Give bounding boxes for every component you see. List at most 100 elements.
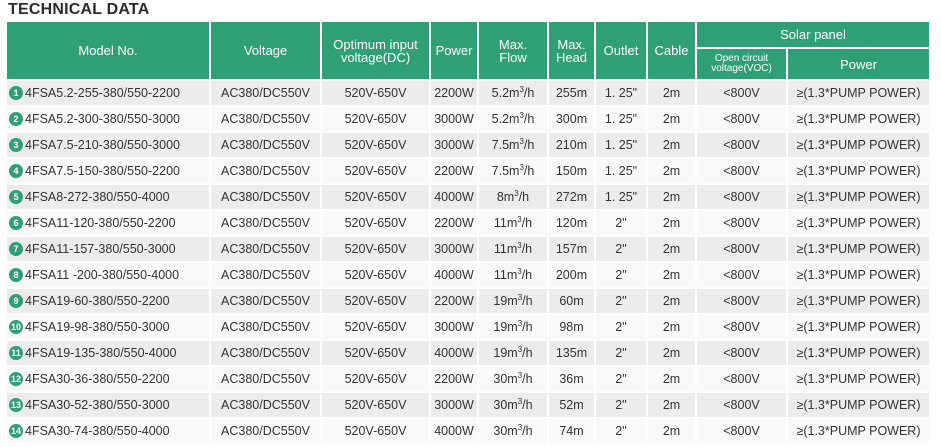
table-row: 12 4FSA30-36-380/550-2200 AC380/DC550V 520V…: [7, 367, 929, 391]
cell-max-flow: 19m3/h: [479, 289, 547, 313]
model-text: 4FSA11-120-380/550-2200: [25, 215, 176, 230]
cell-optimum-input: 520V-650V: [322, 211, 429, 235]
cell-max-flow: 11m3/h: [479, 237, 547, 261]
cell-model: 6 4FSA11-120-380/550-2200: [7, 211, 209, 235]
cell-max-head: 36m: [549, 367, 594, 391]
cell-panel-power: ≥(1.3*PUMP POWER): [788, 393, 929, 417]
row-number-badge: 13: [9, 398, 23, 413]
cell-max-head: 200m: [549, 263, 594, 287]
cell-panel-power: ≥(1.3*PUMP POWER): [788, 81, 929, 105]
cell-cable: 2m: [648, 237, 695, 261]
table-row: 2 4FSA5.2-300-380/550-3000 AC380/DC550V 520…: [7, 107, 929, 131]
cell-voltage: AC380/DC550V: [211, 289, 320, 313]
table-row: 7 4FSA11-157-380/550-3000 AC380/DC550V 520V…: [7, 237, 929, 261]
cell-max-head: 120m: [549, 211, 594, 235]
header-model: Model No.: [7, 22, 209, 79]
cell-power: 3000W: [431, 133, 477, 157]
cell-panel-power: ≥(1.3*PUMP POWER): [788, 263, 929, 287]
cell-open-circuit-voltage: <800V: [697, 185, 786, 209]
cell-outlet: 2": [596, 315, 646, 339]
cell-power: 2200W: [431, 289, 477, 313]
cell-max-flow: 30m3/h: [479, 419, 547, 443]
model-text: 4FSA8-272-380/550-4000: [25, 189, 170, 204]
cell-model: 12 4FSA30-36-380/550-2200: [7, 367, 209, 391]
cell-voltage: AC380/DC550V: [211, 367, 320, 391]
model-text: 4FSA11 -200-380/550-4000: [25, 267, 180, 282]
model-text: 4FSA30-36-380/550-2200: [25, 371, 170, 386]
cell-panel-power: ≥(1.3*PUMP POWER): [788, 315, 929, 339]
header-outlet: Outlet: [596, 22, 646, 79]
cell-cable: 2m: [648, 419, 695, 443]
cell-max-flow: 19m3/h: [479, 341, 547, 365]
cell-open-circuit-voltage: <800V: [697, 393, 786, 417]
cell-outlet: 2": [596, 393, 646, 417]
cell-open-circuit-voltage: <800V: [697, 367, 786, 391]
cell-max-head: 255m: [549, 81, 594, 105]
cell-voltage: AC380/DC550V: [211, 315, 320, 339]
cell-max-flow: 5.2m3/h: [479, 107, 547, 131]
cell-voltage: AC380/DC550V: [211, 81, 320, 105]
cell-open-circuit-voltage: <800V: [697, 81, 786, 105]
row-number-badge: 7: [9, 242, 23, 257]
cell-max-head: 135m: [549, 341, 594, 365]
cell-voltage: AC380/DC550V: [211, 237, 320, 261]
model-text: 4FSA19-98-380/550-3000: [25, 319, 170, 334]
model-text: 4FSA30-52-380/550-3000: [25, 397, 170, 412]
cell-max-head: 157m: [549, 237, 594, 261]
cell-optimum-input: 520V-650V: [322, 341, 429, 365]
model-text: 4FSA7.5-210-380/550-3000: [25, 137, 180, 152]
row-number-badge: 1: [9, 86, 23, 101]
cell-outlet: 2": [596, 341, 646, 365]
cell-power: 4000W: [431, 263, 477, 287]
cell-open-circuit-voltage: <800V: [697, 159, 786, 183]
row-number-badge: 5: [9, 190, 23, 205]
model-text: 4FSA11-157-380/550-3000: [25, 241, 176, 256]
cell-max-head: 272m: [549, 185, 594, 209]
table-row: 3 4FSA7.5-210-380/550-3000 AC380/DC550V 520…: [7, 133, 929, 157]
header-cable: Cable: [648, 22, 695, 79]
header-voltage: Voltage: [211, 22, 320, 79]
cell-optimum-input: 520V-650V: [322, 263, 429, 287]
row-number-badge: 2: [9, 112, 23, 127]
cell-cable: 2m: [648, 159, 695, 183]
cell-optimum-input: 520V-650V: [322, 107, 429, 131]
table-row: 8 4FSA11 -200-380/550-4000 AC380/DC550V 520…: [7, 263, 929, 287]
cell-power: 4000W: [431, 185, 477, 209]
cell-cable: 2m: [648, 107, 695, 131]
cell-outlet: 1. 25": [596, 107, 646, 131]
cell-open-circuit-voltage: <800V: [697, 289, 786, 313]
cell-cable: 2m: [648, 81, 695, 105]
cell-open-circuit-voltage: <800V: [697, 315, 786, 339]
technical-data-table: Model No. Voltage Optimum input voltage(D…: [5, 20, 931, 445]
cell-cable: 2m: [648, 341, 695, 365]
row-number-badge: 8: [9, 268, 23, 283]
cell-open-circuit-voltage: <800V: [697, 133, 786, 157]
cell-cable: 2m: [648, 185, 695, 209]
cell-voltage: AC380/DC550V: [211, 107, 320, 131]
cell-max-flow: 19m3/h: [479, 315, 547, 339]
table-row: 13 4FSA30-52-380/550-3000 AC380/DC550V 520V…: [7, 393, 929, 417]
cell-max-flow: 5.2m3/h: [479, 81, 547, 105]
model-text: 4FSA19-135-380/550-4000: [25, 345, 177, 360]
row-number-badge: 9: [9, 294, 23, 309]
row-number-badge: 6: [9, 216, 23, 231]
cell-voltage: AC380/DC550V: [211, 263, 320, 287]
cell-max-head: 300m: [549, 107, 594, 131]
cell-outlet: 2": [596, 289, 646, 313]
cell-power: 3000W: [431, 393, 477, 417]
cell-power: 4000W: [431, 341, 477, 365]
cell-max-head: 210m: [549, 133, 594, 157]
cell-outlet: 1. 25": [596, 185, 646, 209]
cell-cable: 2m: [648, 263, 695, 287]
cell-panel-power: ≥(1.3*PUMP POWER): [788, 341, 929, 365]
cell-max-flow: 7.5m3/h: [479, 159, 547, 183]
cell-max-flow: 30m3/h: [479, 393, 547, 417]
cell-outlet: 2": [596, 419, 646, 443]
cell-max-flow: 11m3/h: [479, 211, 547, 235]
cell-optimum-input: 520V-650V: [322, 81, 429, 105]
cell-outlet: 1. 25": [596, 159, 646, 183]
cell-voltage: AC380/DC550V: [211, 393, 320, 417]
header-optimum-input: Optimum input voltage(DC): [322, 22, 429, 79]
cell-power: 2200W: [431, 211, 477, 235]
cell-optimum-input: 520V-650V: [322, 315, 429, 339]
